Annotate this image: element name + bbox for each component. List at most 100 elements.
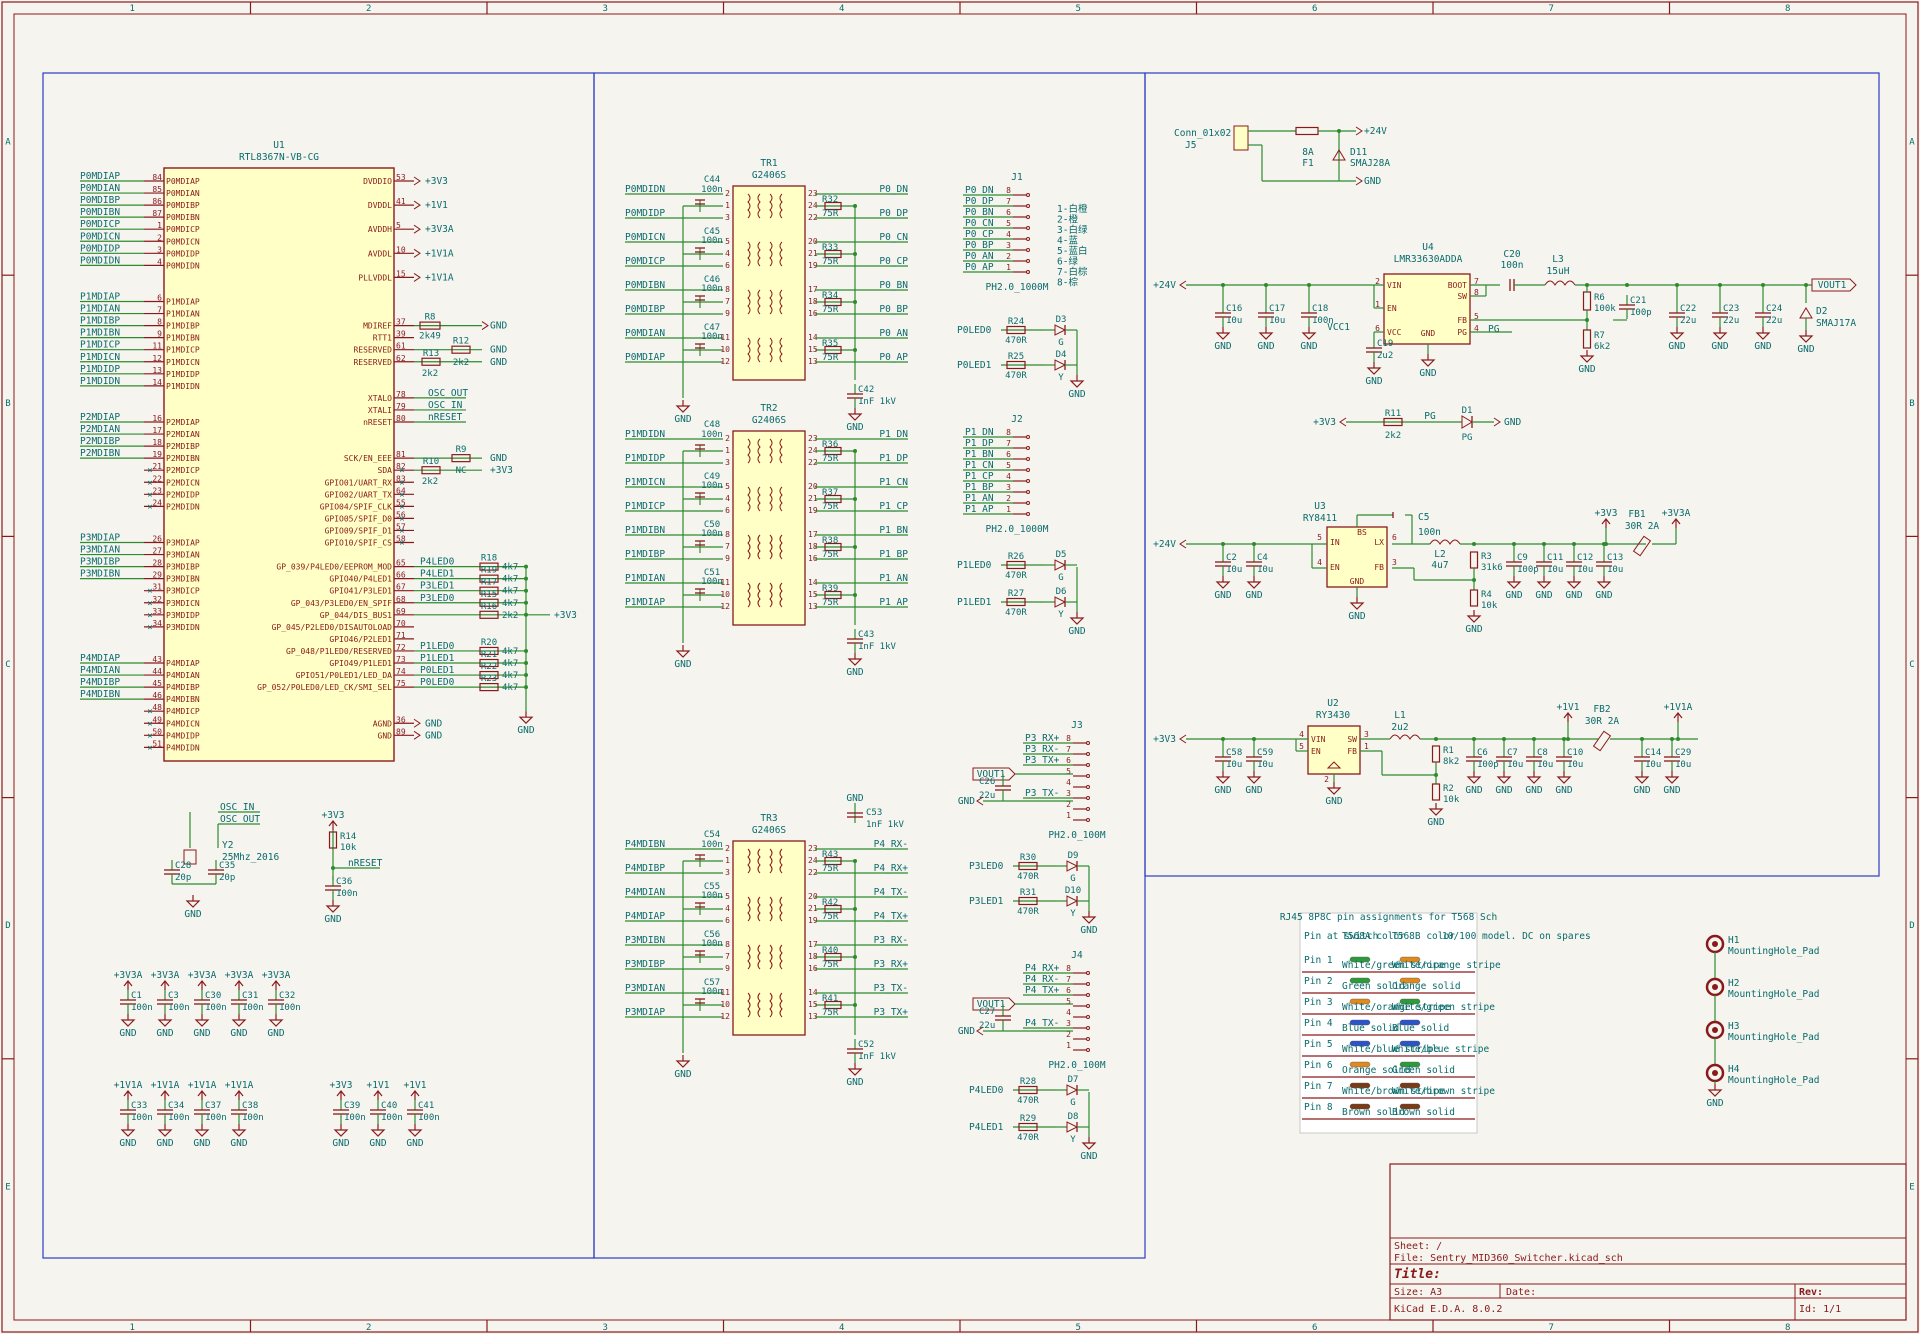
tr-net-right: P1_BP <box>879 549 908 560</box>
ferrite-ref: FB2 <box>1593 704 1610 715</box>
cap-ref: C32 <box>279 991 295 1001</box>
u1-pin-number: 86 <box>152 197 162 206</box>
gnd-label: GND <box>184 909 201 920</box>
cap-value: 100n <box>1418 527 1441 538</box>
u1-pin-name: GPIO49/P1LED1 <box>329 659 392 668</box>
led-net-label: P4LED0 <box>420 557 455 568</box>
gnd-symbol <box>194 1019 210 1027</box>
tr-pin: 3 <box>725 868 730 877</box>
tr-net-right: P1_BN <box>879 525 908 536</box>
cap-value: 10u <box>1226 316 1242 326</box>
transformer-tr2: TR2G2406SP1MDIDNP1MDIDPC48100n 213232422P… <box>625 403 908 678</box>
resistor-value: 470R <box>1005 336 1027 346</box>
led-ref: D8 <box>1068 1112 1079 1122</box>
resistor-ref: R23 <box>481 674 497 684</box>
tr-net-right: P3_RX+ <box>874 959 909 970</box>
u1-net-label: P0MDIDP <box>80 243 120 254</box>
inductor-value: 2u2 <box>1391 722 1408 733</box>
power-label: +1V1A <box>114 1080 143 1091</box>
pair-color-note: 8-棕 <box>1057 277 1078 289</box>
resistor-ref: R41 <box>822 994 838 1004</box>
led-diode <box>1054 359 1067 371</box>
resistor-ref: R31 <box>1020 888 1036 898</box>
nreset-label: nRESET <box>348 858 383 869</box>
resistor-ref: R29 <box>1020 1114 1036 1124</box>
connector-contact <box>1026 204 1030 208</box>
connector-contact <box>1026 193 1030 197</box>
connector-j4: J4P4_RX+ 8P4_RX- 7P4_TX+ 654P4_TX- 321PH2.0_… <box>958 950 1106 1071</box>
power-label: +3V3A <box>1662 508 1691 519</box>
j5-body <box>1233 125 1249 151</box>
cap-value: 100n <box>279 1003 301 1013</box>
cap-ref: C16 <box>1226 304 1242 314</box>
u2-value: RY3430 <box>1316 710 1351 721</box>
power-label: +1V1A <box>188 1080 217 1091</box>
cap-ref: C1 <box>131 991 142 1001</box>
gnd-label: GND <box>1668 341 1685 352</box>
cap-ref: C38 <box>242 1101 258 1111</box>
connector-contact <box>1026 215 1030 219</box>
u1-pin-name: P2MDICP <box>166 466 200 475</box>
gnd-symbol <box>1081 1142 1097 1150</box>
ethernet-transformers: TR1G2406SP0MDIDNP0MDIDPC44100n 213232422P… <box>625 158 908 1088</box>
row-label-left: B <box>5 399 10 409</box>
led-net: P1LED1 <box>957 597 992 608</box>
u1-pin-name: P4MDIAN <box>166 671 200 680</box>
gnd-label: GND <box>490 453 507 464</box>
u1-pin-number: 7 <box>157 306 162 315</box>
cap-value: 100n <box>701 939 723 949</box>
connector-net: P0_CN <box>965 218 994 229</box>
row-label-left: A <box>5 138 11 148</box>
resistor-value: 75R <box>822 353 839 363</box>
gnd-symbol <box>120 1019 136 1027</box>
gnd-symbol <box>194 1129 210 1137</box>
tr-pin: 5 <box>725 892 730 901</box>
connector-j3: J3P3_RX+ 8P3_RX- 7P3_TX+ 654P3_TX- 321PH2.0_… <box>958 720 1106 841</box>
u1-switch-ic[interactable]: U1 RTL8367N-VB-CG P0MDIAP84P0MDIAPP0MDIA… <box>80 140 468 762</box>
gnd-symbol <box>847 1068 863 1076</box>
gnd-symbol <box>1215 776 1231 784</box>
cap-ref: C27 <box>979 1007 995 1017</box>
cap-value: 100n <box>701 529 723 539</box>
u1-net-label: P1MDIAN <box>80 304 120 315</box>
gnd-label: GND <box>1535 590 1552 601</box>
tr-pin: 12 <box>720 1012 730 1021</box>
cap-ref: C14 <box>1645 748 1661 758</box>
gnd-label: GND <box>846 1077 863 1088</box>
cap-value: 10u <box>1269 316 1285 326</box>
gnd-symbol <box>1664 776 1680 784</box>
inductor-value: 4u7 <box>1431 560 1448 571</box>
u1-pin-name: GP_052/P0LED0/LED_CK/SMI_SEL <box>257 683 392 692</box>
connector-net: P4_RX- <box>1025 974 1059 985</box>
u1-value: RTL8367N-VB-CG <box>239 152 319 163</box>
power-arrow <box>1179 280 1187 290</box>
u4-gnd-pin: GND <box>1421 329 1436 338</box>
cap-value: 2u2 <box>1377 351 1393 361</box>
led-net: P3LED1 <box>969 896 1004 907</box>
cap-value: 100n <box>701 891 723 901</box>
pair-color-note: 5-蓝白 <box>1057 245 1087 257</box>
gnd-label: GND <box>1245 590 1262 601</box>
connector-contact <box>1026 501 1030 505</box>
pin-table-row-label: Pin 1 <box>1304 955 1333 966</box>
power-arrow <box>1355 126 1363 136</box>
cap-ref: C43 <box>858 630 874 640</box>
gnd-symbol <box>1301 332 1317 340</box>
u1-pin-name: GPIO10/SPIF_CS <box>325 539 393 548</box>
u1-pin-number: 2 <box>157 233 162 242</box>
connector-net: P4_TX- <box>1025 1018 1059 1029</box>
gnd-symbol <box>1246 776 1262 784</box>
u1-pin-number: 33 <box>152 607 162 616</box>
tr-net-left: P0MDIAN <box>625 328 665 339</box>
resistor-ref: R22 <box>481 662 497 672</box>
mounting-hole-center <box>1712 1070 1718 1076</box>
resistor-ref: R18 <box>481 554 497 564</box>
cap-ref: C58 <box>1226 748 1242 758</box>
led-color: G <box>1070 1098 1075 1108</box>
cap-ref: C24 <box>1766 304 1782 314</box>
connector-contact <box>1086 1026 1090 1030</box>
crystal-oscillator: OSC_INOSC_OUTY225Mhz_2016C2820pC3520pGND… <box>164 802 383 925</box>
gnd-symbol <box>1420 359 1436 367</box>
connector-net: P1_AN <box>965 493 994 504</box>
gnd-label: GND <box>490 357 507 368</box>
